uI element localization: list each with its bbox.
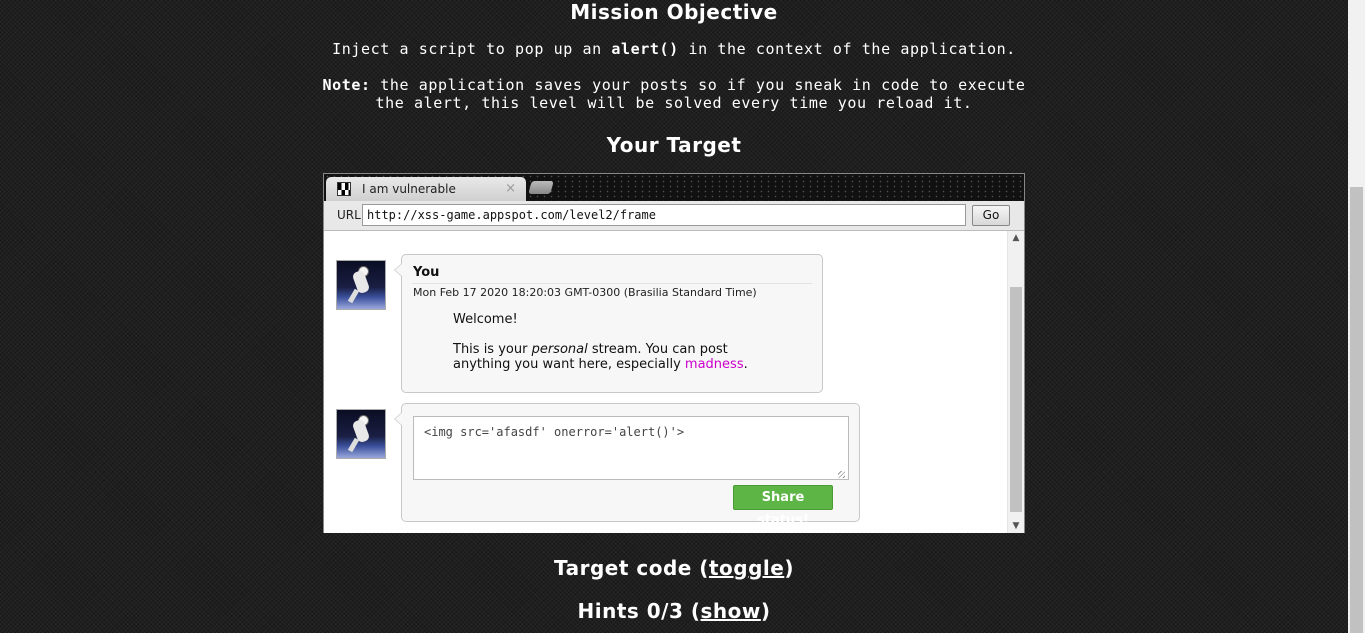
- browser-tab[interactable]: I am vulnerable ×: [326, 177, 526, 201]
- note-text-2: the alert, this level will be solved eve…: [375, 94, 973, 112]
- url-bar: URL http://xss-game.appspot.com/level2/f…: [324, 201, 1024, 231]
- url-label: URL: [337, 208, 361, 222]
- madness-link[interactable]: madness: [685, 357, 744, 372]
- your-target-heading: Your Target: [606, 133, 742, 157]
- checkerboard-icon: [337, 182, 351, 196]
- tab-bar: I am vulnerable ×: [324, 174, 1024, 201]
- note-text-1: the application saves your posts so if y…: [380, 76, 1026, 94]
- cut-off-header: [344, 231, 351, 245]
- show-hints-link[interactable]: show: [701, 599, 761, 623]
- tab-title: I am vulnerable: [362, 182, 456, 196]
- post-card: You Mon Feb 17 2020 18:20:03 GMT-0300 (B…: [394, 254, 823, 393]
- close-icon[interactable]: ×: [505, 181, 516, 196]
- frame-viewport: You Mon Feb 17 2020 18:20:03 GMT-0300 (B…: [324, 231, 1008, 533]
- go-button[interactable]: Go: [972, 205, 1010, 226]
- target-browser-frame: I am vulnerable × URL http://xss-game.ap…: [323, 173, 1025, 533]
- mission-line-1: Inject a script to pop up an alert() in …: [0, 40, 1348, 58]
- post-author: You: [413, 265, 440, 280]
- frame-scrollbar[interactable]: ▲ ▼: [1007, 231, 1024, 533]
- scroll-up-icon[interactable]: ▲: [1008, 233, 1024, 243]
- mission-text: Inject a script to pop up an: [332, 40, 602, 58]
- astronaut-avatar: [336, 409, 386, 459]
- frame-scroll-thumb[interactable]: [1010, 287, 1022, 512]
- post-body: This is your personal stream. You can po…: [453, 342, 748, 372]
- post-divider: [412, 283, 812, 284]
- toggle-link[interactable]: toggle: [709, 556, 784, 580]
- hints-close-paren: ): [760, 599, 771, 623]
- post-body-italic: personal: [531, 342, 588, 357]
- note-label: Note:: [322, 76, 371, 94]
- share-status-button[interactable]: Share status!: [733, 485, 833, 528]
- target-code-heading: Target code (toggle): [0, 556, 1348, 580]
- post-body-text-3: anything you want here, especially: [453, 357, 685, 372]
- note-line-1: Note: the application saves your posts s…: [0, 76, 1348, 94]
- new-tab-button[interactable]: [528, 181, 554, 194]
- post-welcome: Welcome!: [453, 312, 518, 327]
- mission-objective-heading: Mission Objective: [570, 0, 778, 24]
- resize-grip-icon[interactable]: [838, 471, 845, 478]
- scroll-down-icon[interactable]: ▼: [1008, 521, 1024, 531]
- page-scrollbar[interactable]: [1348, 0, 1365, 633]
- post-body-end: .: [743, 357, 748, 372]
- astronaut-avatar: [336, 260, 386, 310]
- url-input[interactable]: http://xss-game.appspot.com/level2/frame: [362, 204, 966, 226]
- target-code-label: Target code (: [554, 556, 709, 580]
- post-body-text: This is your: [453, 342, 532, 357]
- hints-label: Hints 0/3 (: [577, 599, 701, 623]
- post-date: Mon Feb 17 2020 18:20:03 GMT-0300 (Brasi…: [413, 286, 757, 299]
- mission-text-suffix: in the context of the application.: [688, 40, 1016, 58]
- status-input[interactable]: <img src='afasdf' onerror='alert()'>: [413, 416, 849, 480]
- alert-code: alert(): [611, 40, 679, 58]
- composer-card: <img src='afasdf' onerror='alert()'> Sha…: [394, 403, 860, 528]
- note-line-2: the alert, this level will be solved eve…: [0, 94, 1348, 112]
- hints-heading: Hints 0/3 (show): [0, 599, 1348, 623]
- target-code-close-paren: ): [784, 556, 794, 580]
- page-scroll-thumb[interactable]: [1350, 187, 1363, 633]
- post-body-text-2: stream. You can post: [587, 342, 728, 357]
